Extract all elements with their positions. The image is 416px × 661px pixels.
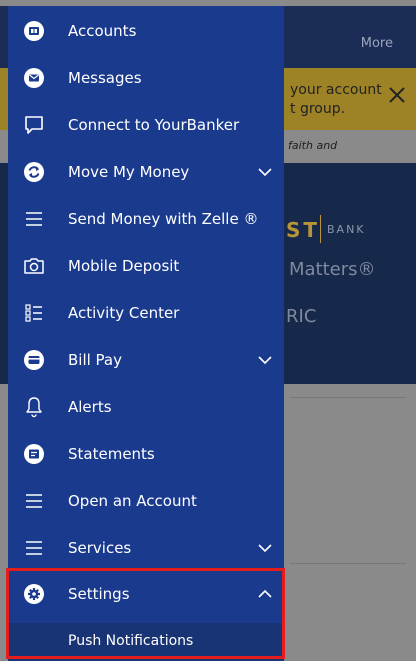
hero-subtext: RIC [286, 306, 317, 327]
divider [290, 397, 406, 398]
bell-icon [22, 395, 46, 419]
list-icon [22, 301, 46, 325]
statements-icon [22, 442, 46, 466]
menu-item-label: Alerts [68, 397, 112, 416]
menu-item-label: Connect to YourBanker [68, 115, 240, 134]
hamburger-icon [22, 489, 46, 513]
transfer-icon [22, 160, 46, 184]
hamburger-icon [22, 536, 46, 560]
menu-item-label: Open an Account [68, 491, 197, 510]
gear-icon [22, 582, 46, 606]
menu-item-label: Activity Center [68, 303, 180, 322]
messages-icon [22, 66, 46, 90]
menu-item-settings[interactable]: Settings [8, 570, 284, 617]
menu-item-activity-center[interactable]: Activity Center [8, 289, 284, 336]
menu-item-move-my-money[interactable]: Move My Money [8, 148, 284, 195]
menu-item-label: Services [68, 538, 132, 557]
chat-bubble-icon [22, 113, 46, 137]
submenu-item-push-notifications[interactable]: Push Notifications [8, 623, 284, 661]
menu-item-label: Bill Pay [68, 350, 123, 369]
divider [290, 563, 406, 564]
accounts-icon [22, 19, 46, 43]
menu-item-label: Settings [68, 584, 130, 603]
menu-item-label: Accounts [68, 21, 137, 40]
logo-divider [320, 215, 321, 243]
hero-slogan: Matters® [289, 259, 376, 280]
tagline-text: faith and [288, 139, 338, 152]
menu-item-label: Move My Money [68, 162, 190, 181]
menu-item-label: Mobile Deposit [68, 256, 180, 275]
bank-logo: ST [286, 218, 321, 242]
menu-item-statements[interactable]: Statements [8, 430, 284, 477]
more-button[interactable]: More [361, 36, 393, 51]
menu-item-open-an-account[interactable]: Open an Account [8, 477, 284, 524]
menu-item-label: Send Money with Zelle ® [68, 209, 259, 228]
menu-item-connect-to-yourbanker[interactable]: Connect to YourBanker [8, 101, 284, 148]
menu-item-bill-pay[interactable]: Bill Pay [8, 336, 284, 383]
menu-item-messages[interactable]: Messages [8, 54, 284, 101]
close-icon[interactable] [384, 82, 410, 108]
menu-item-mobile-deposit[interactable]: Mobile Deposit [8, 242, 284, 289]
camera-icon [22, 254, 46, 278]
navigation-drawer: Accounts Messages Connect to YourBanker … [8, 6, 284, 661]
chevron-up-icon[interactable] [257, 586, 273, 602]
bill-pay-icon [22, 348, 46, 372]
menu-item-services[interactable]: Services [8, 524, 284, 571]
menu-item-send-money-with-zelle[interactable]: Send Money with Zelle ® [8, 195, 284, 242]
menu-item-label: Messages [68, 68, 142, 87]
bank-logo-word: BANK [327, 223, 366, 236]
chevron-down-icon[interactable] [257, 164, 273, 180]
menu-item-alerts[interactable]: Alerts [8, 383, 284, 430]
hamburger-icon [22, 207, 46, 231]
menu-item-label: Statements [68, 444, 155, 463]
menu-item-accounts[interactable]: Accounts [8, 7, 284, 54]
submenu-item-label: Push Notifications [68, 633, 194, 649]
chevron-down-icon[interactable] [257, 352, 273, 368]
banner-text: your account t group. [290, 82, 382, 117]
chevron-down-icon[interactable] [257, 540, 273, 556]
